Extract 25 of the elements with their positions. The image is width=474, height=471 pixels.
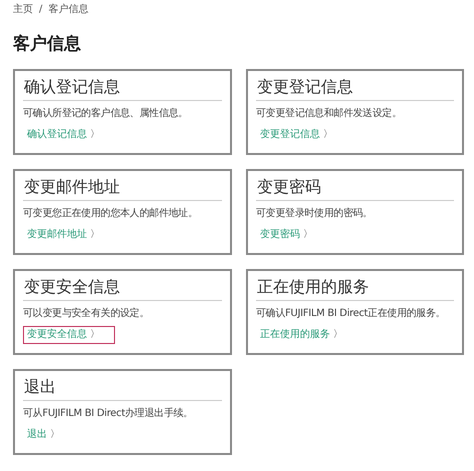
breadcrumb-link[interactable]: 客户信息 <box>48 2 88 16</box>
card-description: 可变更登记信息和邮件发送设定。 <box>256 108 403 120</box>
card-title: 变更密码 <box>256 177 454 201</box>
breadcrumb-separator: / <box>39 4 42 14</box>
card-description: 可从FUJIFILM BI Direct办理退出手续。 <box>23 408 194 420</box>
card-link[interactable]: 确认登记信息 〉 <box>23 126 104 144</box>
card-title: 确认登记信息 <box>23 77 222 101</box>
card-link[interactable]: 退出 〉 <box>23 426 64 444</box>
card-title: 正在使用的服务 <box>256 277 454 301</box>
card-description: 可以变更与安全有关的设定。 <box>23 308 150 320</box>
card-title: 退出 <box>23 377 222 401</box>
card-title: 变更登记信息 <box>256 77 454 101</box>
card-description: 可确认所登记的客户信息、属性信息。 <box>23 108 189 120</box>
page-title: 客户信息 <box>13 33 82 55</box>
breadcrumb-link[interactable]: 主页 <box>13 2 33 16</box>
card-title: 变更邮件地址 <box>23 177 222 201</box>
card-description: 可变更您正在使用的您本人的邮件地址。 <box>23 208 199 220</box>
card-link[interactable]: 变更邮件地址 〉 <box>23 226 104 244</box>
card-link[interactable]: 变更安全信息 〉 <box>23 326 115 344</box>
card-description: 可变更登录时使用的密码。 <box>256 208 374 220</box>
card-link[interactable]: 正在使用的服务 〉 <box>256 326 347 344</box>
card-link[interactable]: 变更登记信息 〉 <box>256 126 337 144</box>
card-link[interactable]: 变更密码 〉 <box>256 226 317 244</box>
card-description: 可确认FUJIFILM BI Direct正在使用的服务。 <box>256 308 446 320</box>
card-title: 变更安全信息 <box>23 277 222 301</box>
